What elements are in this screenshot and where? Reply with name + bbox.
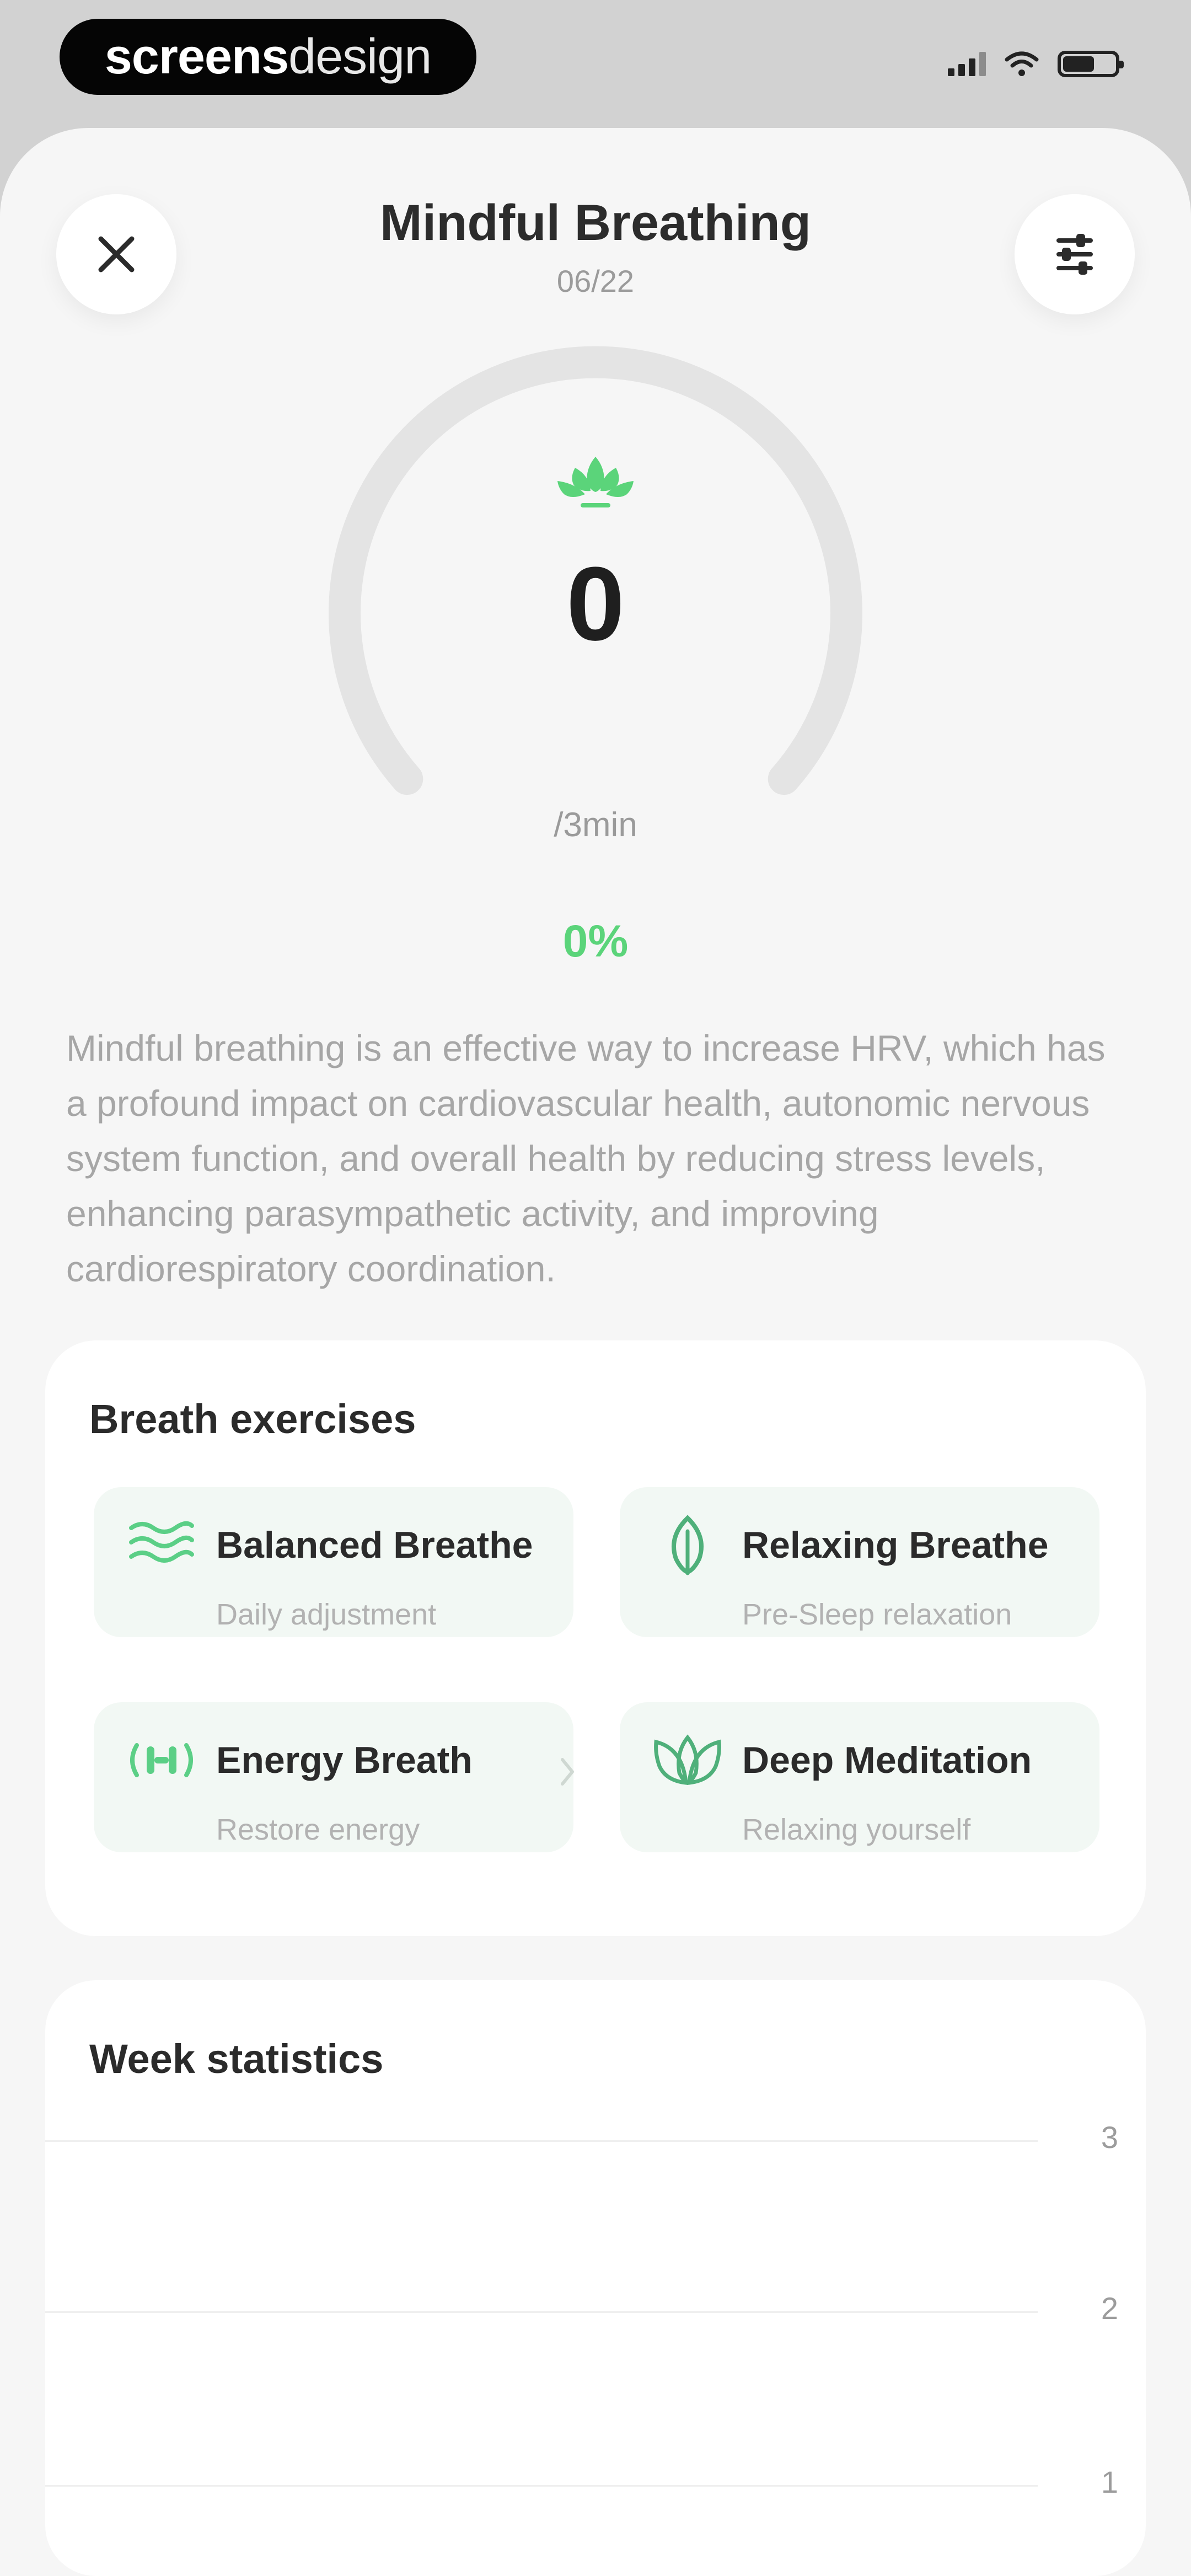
exercise-name: Deep Meditation xyxy=(742,1739,1032,1781)
progress-percent: 0% xyxy=(562,916,629,966)
description-text: Mindful breathing is an effective way to… xyxy=(66,1028,1106,1289)
chart-gridline xyxy=(45,2485,1038,2487)
brand-watermark: screens design xyxy=(60,19,476,95)
exercise-name: Relaxing Breathe xyxy=(742,1524,1049,1566)
breath-unit: /3min xyxy=(554,806,637,844)
chart-gridline xyxy=(45,2311,1038,2313)
page-title: Mindful Breathing xyxy=(380,195,811,251)
chart-gridline xyxy=(45,2140,1038,2142)
battery-icon xyxy=(1058,51,1124,77)
exercise-name: Energy Breath xyxy=(216,1739,473,1781)
exercise-subtitle: Pre-Sleep relaxation xyxy=(742,1598,1012,1631)
screen: screens design Mindful Breathing 06/22 0… xyxy=(0,0,1191,2576)
energy-icon xyxy=(130,1743,193,1777)
breath-count: 0 xyxy=(566,546,625,662)
cellular-signal-icon xyxy=(948,52,986,76)
chevron-right-icon xyxy=(561,1758,574,1786)
settings-button[interactable] xyxy=(1015,194,1135,314)
exercise-subtitle: Restore energy xyxy=(216,1813,420,1846)
y-tick-label: 1 xyxy=(1101,2465,1118,2499)
exercise-subtitle: Relaxing yourself xyxy=(742,1813,971,1846)
exercise-deep-meditation[interactable]: Deep Meditation Relaxing yourself xyxy=(620,1702,1099,1852)
breath-exercises-card: Breath exercises Balanced Breathe Daily … xyxy=(45,1340,1146,1936)
sliders-icon xyxy=(1056,234,1093,275)
page-date: 06/22 xyxy=(556,264,635,298)
exercise-relaxing-breathe[interactable]: Relaxing Breathe Pre-Sleep relaxation xyxy=(620,1487,1099,1637)
brand-text-2: design xyxy=(288,29,432,84)
brand-text-1: screens xyxy=(104,29,289,84)
exercise-energy-breath[interactable]: Energy Breath Restore energy xyxy=(94,1702,618,1852)
lotus-icon xyxy=(557,457,634,507)
week-statistics-title: Week statistics xyxy=(89,2036,384,2082)
lotus-outline-icon xyxy=(654,1734,721,1785)
status-icons xyxy=(948,51,1124,77)
wifi-icon xyxy=(1005,51,1039,76)
week-statistics-card: Week statistics 3 2 1 xyxy=(45,1980,1146,2576)
waves-icon xyxy=(129,1521,194,1563)
breath-exercises-title: Breath exercises xyxy=(89,1396,416,1442)
exercise-balanced-breathe[interactable]: Balanced Breathe Daily adjustment xyxy=(94,1487,573,1637)
y-tick-label: 2 xyxy=(1101,2291,1118,2326)
exercise-name: Balanced Breathe xyxy=(216,1524,533,1566)
leaf-icon xyxy=(672,1515,704,1575)
y-tick-label: 3 xyxy=(1101,2120,1118,2155)
exercise-subtitle: Daily adjustment xyxy=(216,1598,437,1631)
